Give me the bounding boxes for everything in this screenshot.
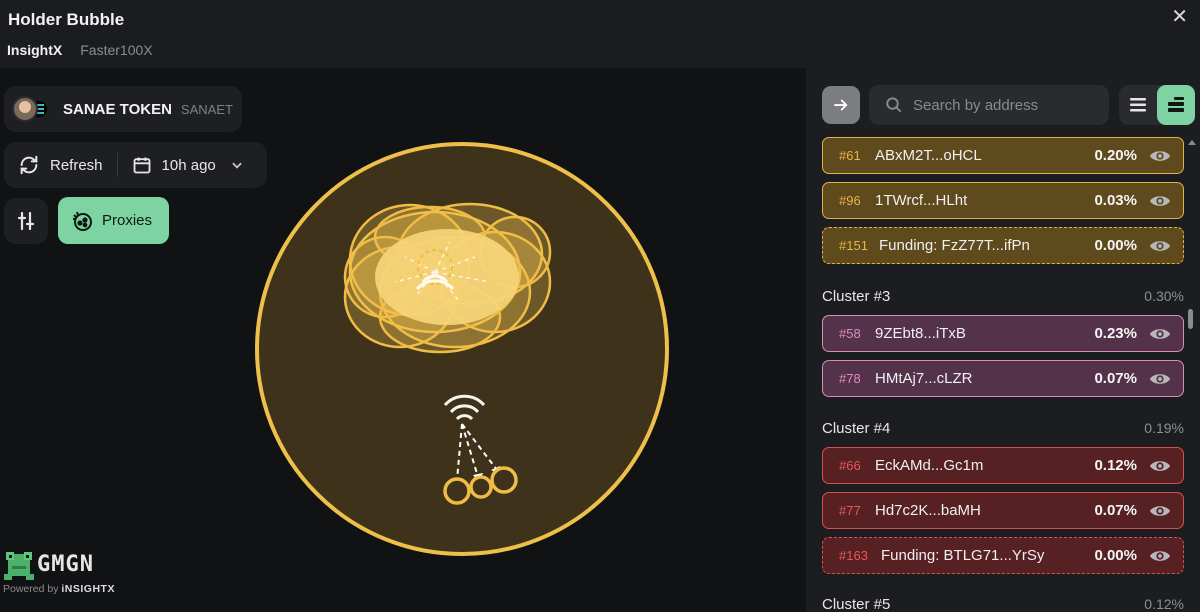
holder-percent: 0.12% (1094, 457, 1137, 474)
bubble-map-panel: SANAE TOKEN SANAET Refresh 10h ago Proxi… (0, 68, 806, 612)
cluster-list-icon (1168, 97, 1184, 112)
holder-cluster-core (375, 229, 519, 325)
token-avatar (12, 96, 38, 122)
list-icon (1130, 98, 1146, 112)
eye-icon[interactable] (1149, 548, 1171, 564)
proxies-icon (70, 209, 94, 233)
sliders-icon (17, 211, 35, 231)
holder-rank: #151 (839, 238, 868, 253)
holder-row[interactable]: #66 EckAMd...Gc1m 0.12% (822, 447, 1184, 484)
refresh-button[interactable]: Refresh (50, 157, 103, 174)
cluster-header[interactable]: Cluster #4 0.19% (822, 420, 1184, 437)
holder-percent: 0.20% (1094, 147, 1137, 164)
gmgn-logo-text: GMGN (37, 552, 94, 577)
close-icon[interactable]: ✕ (1171, 4, 1188, 29)
holder-row[interactable]: #77 Hd7c2K...baMH 0.07% (822, 492, 1184, 529)
search-input[interactable] (913, 96, 1093, 114)
holder-address[interactable]: HMtAj7...cLZR (875, 370, 1094, 387)
holder-row[interactable]: #58 9ZEbt8...iTxB 0.23% (822, 315, 1184, 352)
eye-icon[interactable] (1149, 238, 1171, 254)
holder-row[interactable]: #78 HMtAj7...cLZR 0.07% (822, 360, 1184, 397)
eye-icon[interactable] (1149, 193, 1171, 209)
powered-by-brand: iNSIGHTX (61, 583, 115, 595)
proxies-toggle[interactable]: Proxies (58, 197, 169, 244)
holder-percent: 0.00% (1094, 547, 1137, 564)
scroll-up-arrow[interactable] (1188, 140, 1196, 145)
holder-list: #61 ABxM2T...oHCL 0.20% #96 1TWrcf...HLh… (822, 136, 1185, 612)
holder-address[interactable]: EckAMd...Gc1m (875, 457, 1094, 474)
holder-address[interactable]: ABxM2T...oHCL (875, 147, 1094, 164)
cluster-percent: 0.12% (1144, 596, 1184, 612)
holder-rank: #77 (839, 503, 861, 518)
cluster-name: Cluster #5 (822, 596, 891, 612)
holder-percent: 0.07% (1094, 502, 1137, 519)
funding-holder-row[interactable]: #151 Funding: FzZ77T...ifPn 0.00% (822, 227, 1184, 264)
holder-address[interactable]: 9ZEbt8...iTxB (875, 325, 1094, 342)
refresh-toolbar: Refresh 10h ago (4, 142, 267, 188)
token-name: SANAE TOKEN (63, 100, 172, 118)
holder-percent: 0.23% (1094, 325, 1137, 342)
gmgn-frog-logo (4, 552, 34, 580)
holder-address[interactable]: 1TWrcf...HLht (875, 192, 1094, 209)
holder-percent: 0.03% (1094, 192, 1137, 209)
holder-rank: #78 (839, 371, 861, 386)
collapse-panel-button[interactable] (822, 86, 860, 124)
funding-holder-row[interactable]: #163 Funding: BTLG71...YrSy 0.00% (822, 537, 1184, 574)
window-header: Holder Bubble InsightX Faster100X ✕ (0, 0, 1200, 68)
holder-rank: #163 (839, 548, 868, 563)
refresh-icon[interactable] (18, 154, 40, 176)
arrow-right-icon (834, 99, 848, 111)
tab-bar: InsightX Faster100X (7, 42, 153, 58)
holder-bubble-map[interactable] (255, 142, 671, 558)
window-title: Holder Bubble (8, 10, 125, 29)
powered-by-label: Powered by (3, 583, 59, 595)
holder-row[interactable]: #61 ABxM2T...oHCL 0.20% (822, 137, 1184, 174)
eye-icon[interactable] (1149, 503, 1171, 519)
holder-address[interactable]: Hd7c2K...baMH (875, 502, 1094, 519)
holder-rank: #61 (839, 148, 861, 163)
search-bar (869, 85, 1109, 125)
eye-icon[interactable] (1149, 458, 1171, 474)
token-symbol: SANAET (180, 101, 233, 117)
holder-rank: #58 (839, 326, 861, 341)
holder-list-panel: #61 ABxM2T...oHCL 0.20% #96 1TWrcf...HLh… (806, 68, 1200, 612)
token-chip: SANAE TOKEN SANAET (4, 86, 242, 132)
holder-percent: 0.07% (1094, 370, 1137, 387)
cluster-percent: 0.30% (1144, 288, 1184, 304)
time-range-select[interactable]: 10h ago (162, 157, 216, 174)
holder-address[interactable]: Funding: FzZ77T...ifPn (879, 237, 1094, 254)
cluster-header[interactable]: Cluster #5 0.12% (822, 596, 1184, 612)
cluster-name: Cluster #3 (822, 288, 891, 305)
holder-rank: #96 (839, 193, 861, 208)
holder-row[interactable]: #96 1TWrcf...HLht 0.03% (822, 182, 1184, 219)
tab-faster100x[interactable]: Faster100X (80, 42, 152, 58)
proxies-label: Proxies (102, 212, 153, 229)
powered-by: Powered by iNSIGHTX (3, 583, 115, 595)
search-icon (886, 97, 902, 113)
eye-icon[interactable] (1149, 148, 1171, 164)
cluster-percent: 0.19% (1144, 420, 1184, 436)
cluster-header[interactable]: Cluster #3 0.30% (822, 288, 1184, 305)
view-toggle (1119, 85, 1195, 125)
list-view-button[interactable] (1119, 85, 1157, 125)
cluster-view-button[interactable] (1157, 85, 1195, 125)
calendar-icon[interactable] (132, 155, 152, 175)
eye-icon[interactable] (1149, 326, 1171, 342)
scrollbar-thumb[interactable] (1188, 309, 1193, 329)
filter-button[interactable] (4, 198, 48, 244)
tab-insightx[interactable]: InsightX (7, 42, 62, 58)
cluster-name: Cluster #4 (822, 420, 891, 437)
holder-percent: 0.00% (1094, 237, 1137, 254)
holder-rank: #66 (839, 458, 861, 473)
chevron-down-icon[interactable] (230, 158, 244, 172)
toolbar-divider (116, 153, 118, 177)
eye-icon[interactable] (1149, 371, 1171, 387)
holder-address[interactable]: Funding: BTLG71...YrSy (881, 547, 1094, 564)
